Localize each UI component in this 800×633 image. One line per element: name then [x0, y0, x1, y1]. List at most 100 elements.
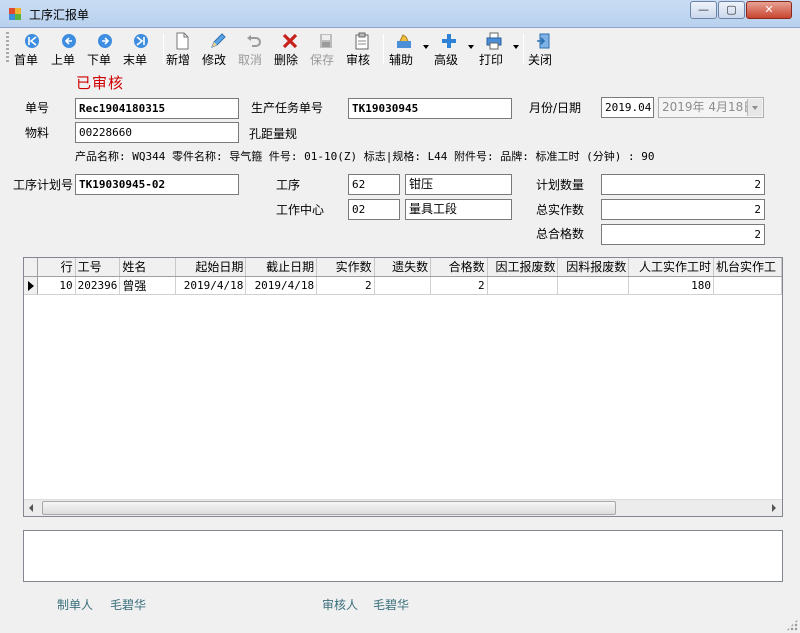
- col-header-lost-qty[interactable]: 遗失数: [374, 258, 432, 277]
- col-header-machine-hours[interactable]: 机台实作工: [713, 258, 782, 277]
- col-header-labor-scrap[interactable]: 因工报废数: [487, 258, 559, 277]
- toolbar-separator: [163, 34, 164, 64]
- process-label: 工序: [276, 178, 301, 192]
- col-header-start-date[interactable]: 起始日期: [175, 258, 247, 277]
- cell-lost-qty[interactable]: [374, 276, 432, 295]
- cell-start-date[interactable]: 2019/4/18: [175, 276, 247, 295]
- cell-qualified-qty[interactable]: 2: [430, 276, 488, 295]
- report-table: 行 工号 姓名 起始日期 截止日期 实作数 遗失数 合格数 因工报废数 因料报废…: [24, 258, 782, 295]
- close-form-button[interactable]: 关闭: [528, 30, 560, 68]
- cell-line[interactable]: 10: [37, 276, 76, 295]
- first-record-button[interactable]: 首单: [14, 30, 50, 68]
- process-plan-field[interactable]: TK19030945-02: [75, 174, 239, 195]
- creator-label: 制单人: [57, 598, 94, 612]
- assist-dropdown-button[interactable]: 辅助: [389, 30, 419, 68]
- cell-labor-scrap[interactable]: [487, 276, 559, 295]
- process-name-field[interactable]: 钳压: [405, 174, 512, 195]
- creator-name: 毛碧华: [110, 598, 147, 612]
- delete-button[interactable]: 删除: [274, 30, 306, 68]
- print-dropdown-arrow-icon[interactable]: [513, 45, 519, 49]
- audit-label: 审核: [346, 53, 371, 67]
- scroll-right-icon[interactable]: [765, 500, 782, 516]
- edit-button[interactable]: 修改: [202, 30, 234, 68]
- print-dropdown-button[interactable]: 打印: [479, 30, 509, 68]
- cancel-button[interactable]: 取消: [238, 30, 270, 68]
- cell-labor-hours[interactable]: 180: [628, 276, 715, 295]
- col-header-name[interactable]: 姓名: [119, 258, 176, 277]
- doc-no-field[interactable]: Rec1904180315: [75, 98, 239, 119]
- month-date-label: 月份/日期: [529, 101, 582, 115]
- minimize-button[interactable]: —: [690, 1, 717, 19]
- doc-no-label: 单号: [25, 101, 50, 115]
- col-header-line[interactable]: 行: [37, 258, 76, 277]
- col-header-end-date[interactable]: 截止日期: [245, 258, 318, 277]
- next-record-button[interactable]: 下单: [87, 30, 123, 68]
- new-document-icon: [176, 32, 189, 50]
- last-icon: [134, 34, 148, 48]
- title-bar: 工序汇报单 — ▢ ✕: [0, 0, 800, 28]
- total-actual-field[interactable]: 2: [601, 199, 765, 220]
- new-button[interactable]: 新增: [166, 30, 198, 68]
- advanced-dropdown-arrow-icon[interactable]: [468, 45, 474, 49]
- exit-door-icon: [537, 33, 550, 49]
- assist-dropdown-arrow-icon[interactable]: [423, 45, 429, 49]
- cell-material-scrap[interactable]: [557, 276, 630, 295]
- next-record-label: 下单: [87, 53, 112, 67]
- planned-qty-field[interactable]: 2: [601, 174, 765, 195]
- report-grid[interactable]: 行 工号 姓名 起始日期 截止日期 实作数 遗失数 合格数 因工报废数 因料报废…: [23, 257, 783, 517]
- process-code-field[interactable]: 62: [348, 174, 400, 195]
- prev-record-button[interactable]: 上单: [51, 30, 87, 68]
- undo-icon: [247, 35, 261, 47]
- horizontal-scrollbar[interactable]: [24, 499, 782, 516]
- month-field[interactable]: 2019.04: [601, 97, 654, 118]
- col-header-emp-id[interactable]: 工号: [75, 258, 121, 277]
- cell-emp-id[interactable]: 202396: [75, 276, 121, 295]
- total-qualified-field[interactable]: 2: [601, 224, 765, 245]
- remarks-box[interactable]: [23, 530, 783, 582]
- save-button[interactable]: 保存: [310, 30, 342, 68]
- date-dropdown-icon: [747, 99, 762, 116]
- col-header-actual-qty[interactable]: 实作数: [316, 258, 375, 277]
- total-qualified-label: 总合格数: [536, 227, 585, 241]
- prev-icon: [62, 34, 76, 48]
- audit-button[interactable]: 审核: [346, 30, 378, 68]
- current-row-indicator[interactable]: [24, 276, 39, 295]
- close-window-button[interactable]: ✕: [746, 1, 792, 19]
- last-record-button[interactable]: 末单: [123, 30, 159, 68]
- window-title: 工序汇报单: [29, 8, 90, 22]
- maximize-button[interactable]: ▢: [718, 1, 745, 19]
- edit-label: 修改: [202, 53, 227, 67]
- first-icon: [25, 34, 39, 48]
- col-header-labor-hours[interactable]: 人工实作工时: [628, 258, 715, 277]
- work-center-code-field[interactable]: 02: [348, 199, 400, 220]
- total-actual-label: 总实作数: [536, 203, 585, 217]
- prev-record-label: 上单: [51, 53, 76, 67]
- material-code-field[interactable]: 00228660: [75, 122, 239, 143]
- auditor-label: 审核人: [322, 598, 359, 612]
- resize-grip[interactable]: [786, 619, 798, 631]
- toolbar-grip[interactable]: [6, 32, 9, 64]
- cell-actual-qty[interactable]: 2: [316, 276, 375, 295]
- status-stamp: 已审核: [76, 74, 125, 92]
- col-header-qualified-qty[interactable]: 合格数: [430, 258, 488, 277]
- auditor-name: 毛碧华: [373, 598, 410, 612]
- work-center-name-field[interactable]: 量具工段: [405, 199, 512, 220]
- prod-task-label: 生产任务单号: [251, 101, 324, 115]
- scroll-left-icon[interactable]: [24, 500, 41, 516]
- planned-qty-label: 计划数量: [536, 178, 585, 192]
- new-label: 新增: [166, 53, 191, 67]
- cell-name[interactable]: 曾强: [119, 276, 176, 295]
- toolbar-separator: [383, 34, 384, 64]
- scrollbar-thumb[interactable]: [42, 501, 616, 515]
- assist-label: 辅助: [389, 53, 414, 67]
- work-center-label: 工作中心: [276, 203, 325, 217]
- cell-end-date[interactable]: 2019/4/18: [245, 276, 318, 295]
- next-icon: [98, 34, 112, 48]
- first-record-label: 首单: [14, 53, 39, 67]
- table-row[interactable]: 10 202396 曾强 2019/4/18 2019/4/18 2 2 180: [24, 276, 782, 295]
- last-record-label: 末单: [123, 53, 148, 67]
- cell-machine-hours[interactable]: [713, 276, 782, 295]
- advanced-dropdown-button[interactable]: 高级: [434, 30, 464, 68]
- col-header-material-scrap[interactable]: 因料报废数: [557, 258, 630, 277]
- prod-task-field[interactable]: TK19030945: [348, 98, 512, 119]
